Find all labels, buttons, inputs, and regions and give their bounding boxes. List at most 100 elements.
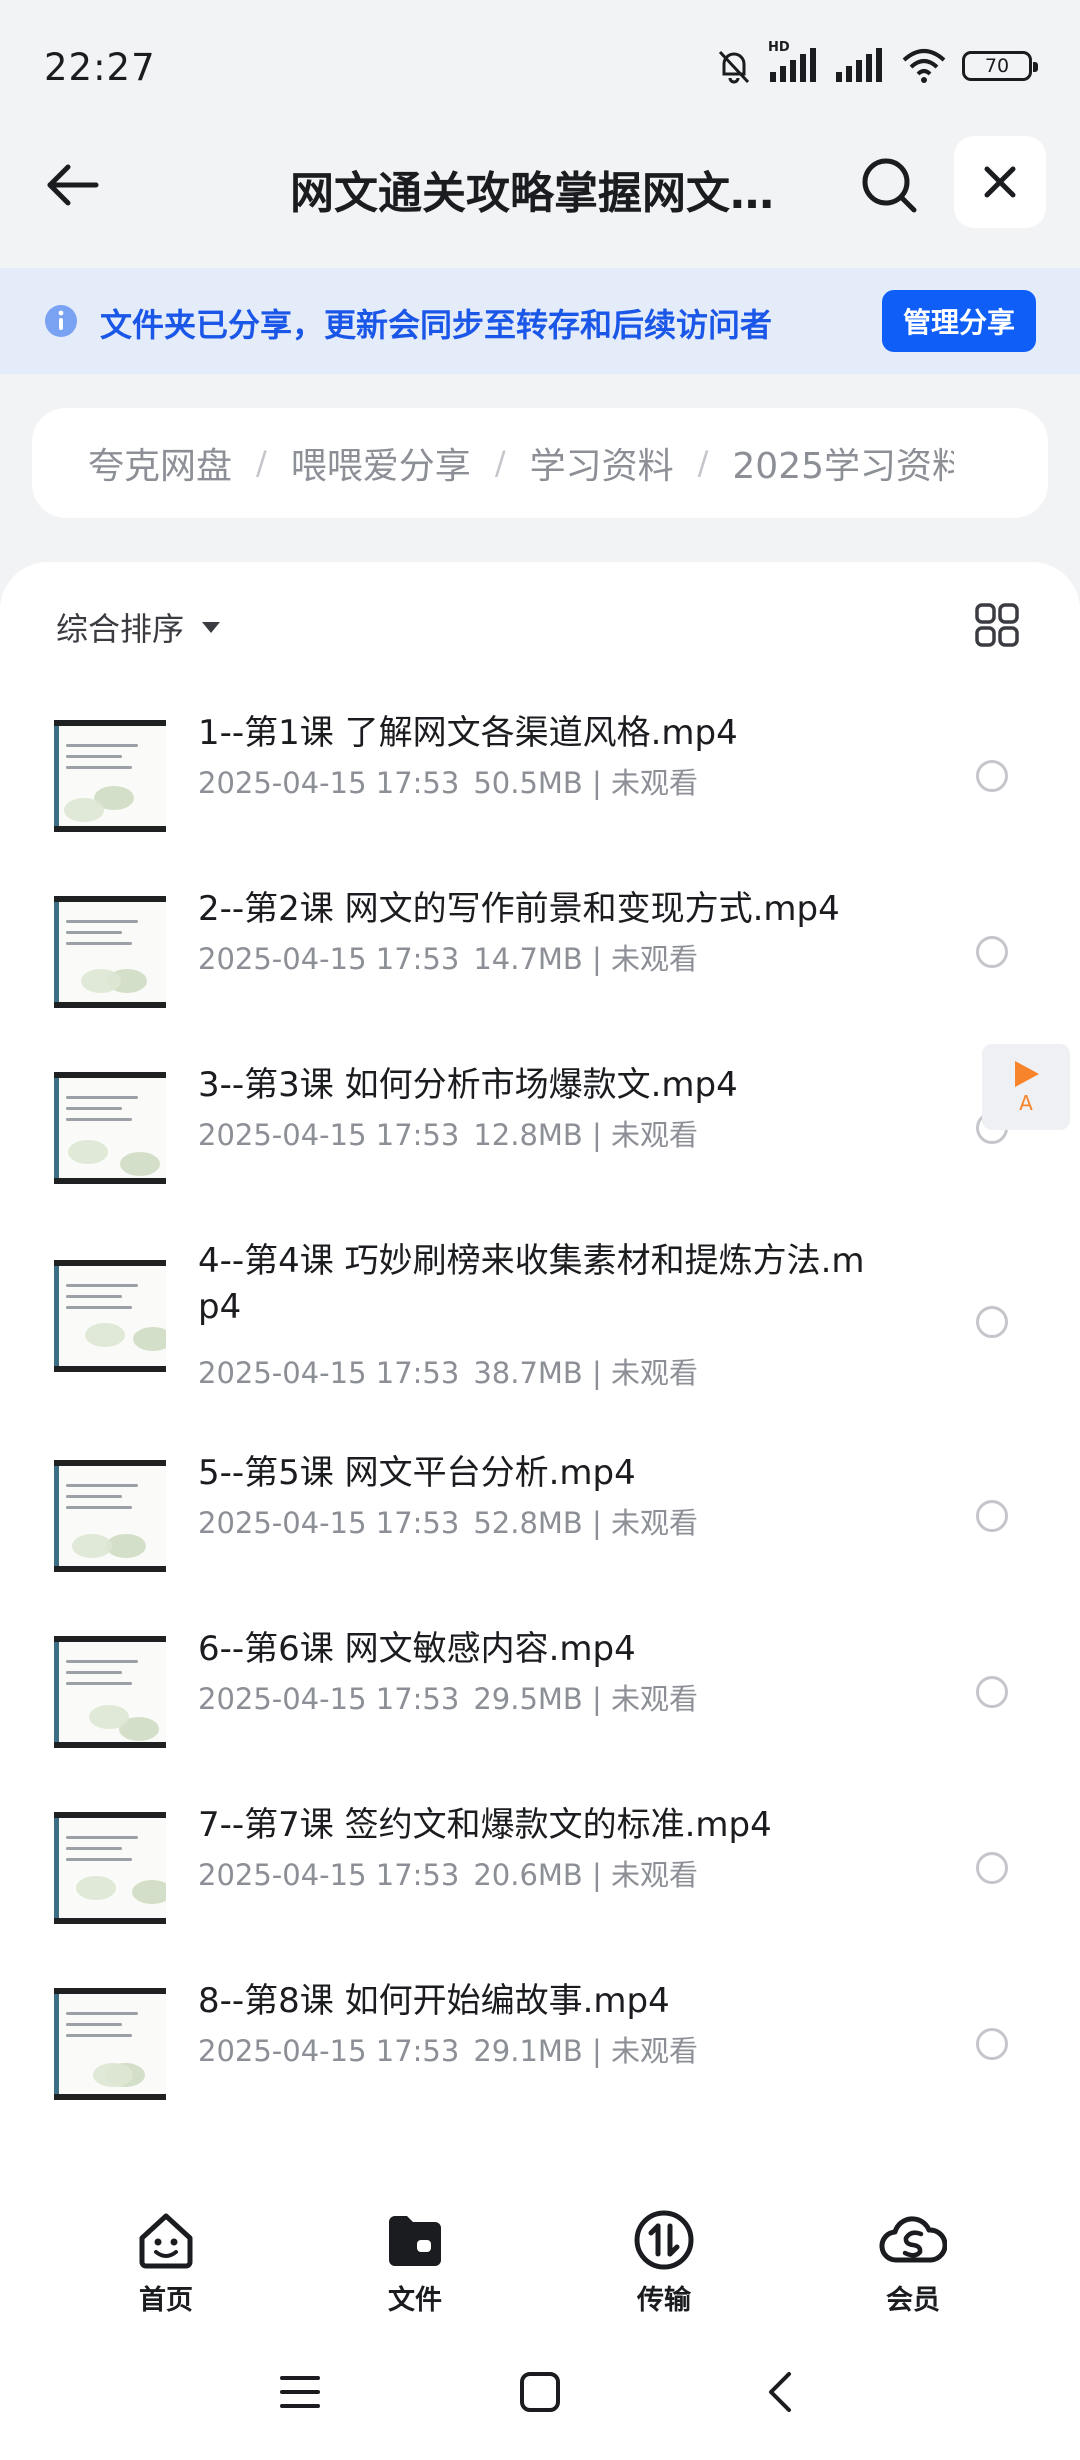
file-name: 8--第8课 如何开始编故事.mp4	[198, 1981, 670, 2021]
smiley-home-icon	[139, 2213, 193, 2269]
file-row[interactable]: 3--第3课 如何分析市场爆款文.mp4 2025-04-15 17:53 12.8…	[0, 1040, 1080, 1216]
file-size: 52.8MB	[473, 1506, 583, 1540]
select-radio[interactable]	[976, 1306, 1008, 1338]
watch-status: 未观看	[611, 1858, 699, 1892]
file-size: 29.1MB	[473, 2034, 583, 2068]
floating-player-widget[interactable]: A	[982, 1044, 1070, 1130]
file-name: 3--第3课 如何分析市场爆款文.mp4	[198, 1065, 738, 1105]
menu-icon	[280, 2376, 320, 2408]
sort-dropdown[interactable]: 综合排序	[56, 604, 221, 650]
file-meta: 2025-04-15 17:53 14.7MB | 未观看	[198, 936, 698, 978]
share-banner: 文件夹已分享，更新会同步至转存和后续访问者 管理分享	[0, 268, 1080, 374]
file-list-card: 综合排序 1--第1课 了解网文各渠道风格.mp4 2025-04-15 17:5…	[0, 562, 1080, 2162]
recent-apps-button[interactable]	[270, 2362, 330, 2422]
file-size: 20.6MB	[473, 1858, 583, 1892]
video-thumbnail	[54, 896, 166, 1008]
close-button[interactable]	[954, 136, 1046, 228]
tab-files[interactable]: 文件	[345, 2208, 485, 2317]
grid-view-icon[interactable]	[974, 602, 1020, 648]
file-meta: 2025-04-15 17:53 29.5MB | 未观看	[198, 1676, 698, 1718]
search-button[interactable]	[856, 152, 922, 218]
file-size: 12.8MB	[473, 1118, 583, 1152]
file-size: 29.5MB	[473, 1682, 583, 1716]
meta-divider: |	[582, 1118, 612, 1152]
video-thumbnail	[54, 1260, 166, 1372]
watch-status: 未观看	[611, 766, 699, 800]
breadcrumb-item-current[interactable]: 2025学习资料	[732, 446, 954, 487]
play-icon	[1015, 1061, 1039, 1087]
caret-down-icon	[202, 621, 221, 633]
select-radio[interactable]	[976, 1852, 1008, 1884]
file-date: 2025-04-15 17:53	[198, 1858, 460, 1892]
file-row[interactable]: 5--第5课 网文平台分析.mp4 2025-04-15 17:53 52.8MB …	[0, 1428, 1080, 1604]
watch-status: 未观看	[611, 1682, 699, 1716]
meta-divider: |	[582, 942, 612, 976]
tab-home-label: 首页	[139, 2285, 193, 2316]
manage-share-button[interactable]: 管理分享	[882, 290, 1036, 352]
video-thumbnail	[54, 1072, 166, 1184]
select-radio[interactable]	[976, 760, 1008, 792]
file-row[interactable]: 1--第1课 了解网文各渠道风格.mp4 2025-04-15 17:53 50.5…	[0, 688, 1080, 864]
system-back-button[interactable]	[750, 2362, 810, 2422]
watch-status: 未观看	[611, 1506, 699, 1540]
home-button[interactable]	[510, 2362, 570, 2422]
tab-transfer-label: 传输	[637, 2285, 691, 2316]
floating-widget-label: A	[1019, 1091, 1033, 1115]
file-row[interactable]: 6--第6课 网文敏感内容.mp4 2025-04-15 17:53 29.5MB …	[0, 1604, 1080, 1780]
file-name: 2--第2课 网文的写作前景和变现方式.mp4	[198, 889, 840, 929]
tab-files-label: 文件	[388, 2285, 442, 2316]
close-icon	[984, 166, 1016, 198]
tab-member[interactable]: 会员	[843, 2208, 983, 2317]
video-thumbnail	[54, 1812, 166, 1924]
share-banner-text: 文件夹已分享，更新会同步至转存和后续访问者	[100, 306, 773, 344]
bottom-tab-bar: 首页 文件 传输 会员	[0, 2162, 1080, 2322]
signal-icon	[836, 48, 882, 82]
file-row[interactable]: 8--第8课 如何开始编故事.mp4 2025-04-15 17:53 29.1MB…	[0, 1956, 1080, 2132]
watch-status: 未观看	[611, 2034, 699, 2068]
status-time: 22:27	[44, 46, 156, 89]
file-meta: 2025-04-15 17:53 29.1MB | 未观看	[198, 2028, 698, 2070]
file-row[interactable]: 2--第2课 网文的写作前景和变现方式.mp4 2025-04-15 17:53 1…	[0, 864, 1080, 1040]
file-date: 2025-04-15 17:53	[198, 1682, 460, 1716]
select-radio[interactable]	[976, 936, 1008, 968]
watch-status: 未观看	[611, 942, 699, 976]
file-date: 2025-04-15 17:53	[198, 1356, 460, 1390]
file-row[interactable]: 4--第4课 巧妙刷榜来收集素材和提炼方法.mp4 2025-04-15 17:5…	[0, 1216, 1080, 1428]
tab-transfer[interactable]: 传输	[594, 2208, 734, 2317]
select-radio[interactable]	[976, 1676, 1008, 1708]
meta-divider: |	[582, 1858, 612, 1892]
back-button[interactable]	[40, 152, 106, 218]
network-label: HD	[768, 40, 790, 55]
breadcrumb-item-study[interactable]: 学习资料	[530, 437, 674, 489]
video-thumbnail	[54, 1460, 166, 1572]
file-date: 2025-04-15 17:53	[198, 942, 460, 976]
tab-home[interactable]: 首页	[96, 2208, 236, 2317]
select-radio[interactable]	[976, 1500, 1008, 1532]
page-title: 网文通关攻略掌握网文...	[290, 168, 780, 219]
breadcrumb-item-root[interactable]: 夸克网盘	[88, 437, 232, 489]
file-date: 2025-04-15 17:53	[198, 766, 460, 800]
breadcrumb-separator: /	[494, 444, 506, 482]
search-icon	[862, 158, 917, 213]
system-nav-bar	[0, 2322, 1080, 2460]
file-meta: 2025-04-15 17:53 50.5MB | 未观看	[198, 760, 698, 802]
file-date: 2025-04-15 17:53	[198, 1506, 460, 1540]
file-size: 14.7MB	[473, 942, 583, 976]
file-row[interactable]: 7--第7课 签约文和爆款文的标准.mp4 2025-04-15 17:53 20.…	[0, 1780, 1080, 1956]
chevron-left-icon	[769, 2372, 791, 2412]
watch-status: 未观看	[611, 1118, 699, 1152]
status-bar: 22:27 HD 70	[0, 0, 1080, 130]
meta-divider: |	[582, 1506, 612, 1540]
file-meta: 2025-04-15 17:53 38.7MB | 未观看	[198, 1350, 698, 1392]
square-home-icon	[520, 2372, 560, 2412]
watch-status: 未观看	[611, 1356, 699, 1390]
breadcrumb-separator: /	[256, 444, 267, 482]
video-thumbnail	[54, 1636, 166, 1748]
battery-level: 70	[984, 55, 1010, 77]
file-size: 50.5MB	[473, 766, 583, 800]
sort-label: 综合排序	[56, 610, 185, 648]
select-radio[interactable]	[976, 2028, 1008, 2060]
breadcrumb-item-share[interactable]: 喂喂爱分享	[291, 437, 471, 489]
meta-divider: |	[582, 766, 612, 800]
battery-icon: 70	[962, 51, 1038, 81]
